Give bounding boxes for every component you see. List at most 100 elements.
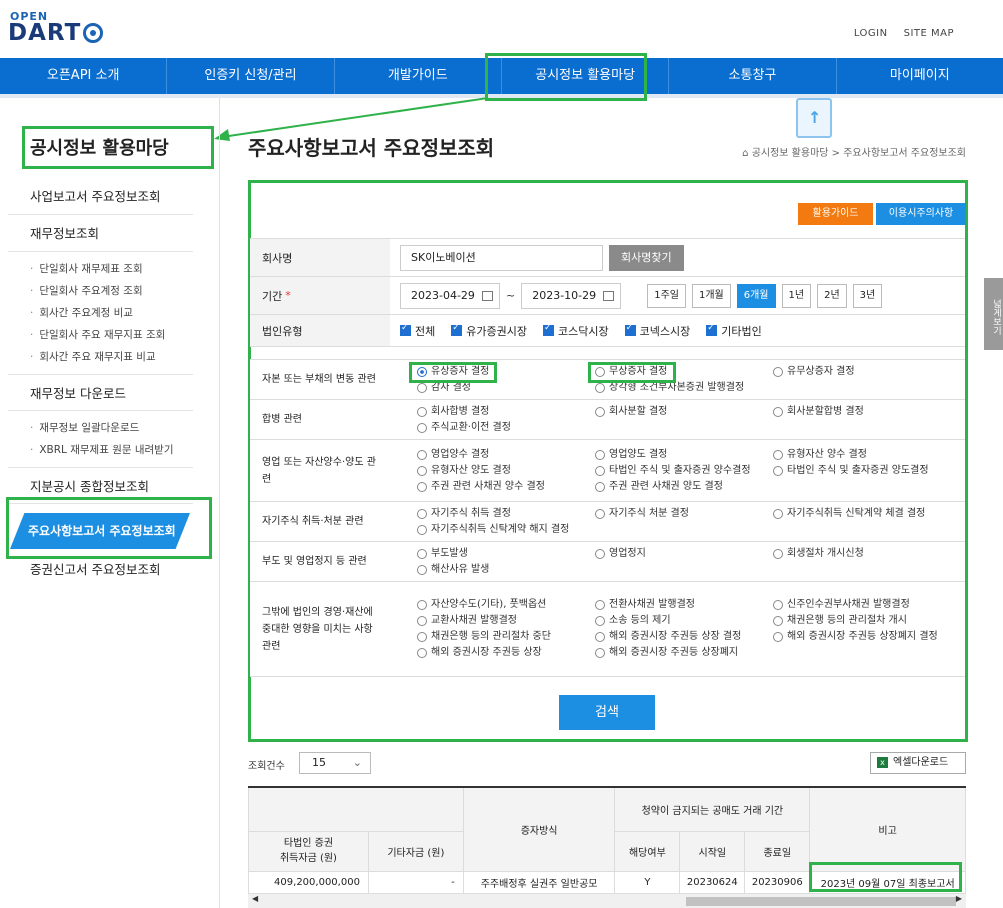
period-1year-button[interactable]: 1년	[781, 283, 812, 308]
radio-option[interactable]: 회생절차 개시신청	[773, 547, 951, 561]
calendar-icon[interactable]	[603, 290, 615, 301]
radio-option[interactable]: 자산양수도(기타), 풋백옵션	[417, 598, 595, 612]
radio-icon	[595, 465, 605, 476]
radio-option[interactable]: 타법인 주식 및 출자증권 양수결정	[595, 464, 773, 478]
radio-option[interactable]: 영업양수 결정	[417, 448, 595, 462]
radio-option[interactable]: 주식교환·이전 결정	[417, 421, 595, 435]
radio-icon	[773, 449, 783, 460]
upload-box-icon	[796, 98, 832, 138]
checkbox-all[interactable]: 전체	[400, 323, 435, 339]
date-from-input[interactable]: 2023-04-29	[400, 282, 500, 309]
radio-option[interactable]: 전환사채권 발행결정	[595, 598, 773, 612]
radio-option[interactable]: 신주인수권부사채권 발행결정	[773, 598, 951, 612]
radio-label: 유무상증자 결정	[787, 365, 855, 377]
radio-option[interactable]: 자기주식취득 신탁계약 해지 결정	[417, 523, 595, 537]
radio-option[interactable]: 해외 증권시장 주권등 상장폐지	[595, 646, 773, 660]
radio-icon	[417, 524, 427, 535]
checkbox-konex[interactable]: 코넥스시장	[624, 323, 690, 339]
excel-download-button[interactable]: 엑셀다운로드	[870, 752, 966, 774]
sidebar-sub-item[interactable]: XBRL 재무제표 원문 내려받기	[8, 439, 193, 461]
radio-option[interactable]: 소송 등의 제기	[595, 614, 773, 628]
radio-option[interactable]: 채권은행 등의 관리절차 중단	[417, 630, 595, 644]
login-link[interactable]: LOGIN	[854, 28, 888, 39]
radio-option[interactable]: 유형자산 양수 결정	[773, 448, 951, 462]
sidebar-item-securities[interactable]: 증권신고서 주요정보조회	[8, 551, 193, 588]
period-label: 기간 *	[250, 277, 390, 314]
radio-option[interactable]: 해외 증권시장 주권등 상장	[417, 646, 595, 660]
period-3year-button[interactable]: 3년	[852, 283, 883, 308]
count-select[interactable]: 15 ⌄	[299, 752, 371, 774]
radio-label: 회사분할 결정	[609, 405, 668, 417]
radio-option[interactable]: 주권 관련 사채권 양수 결정	[417, 480, 595, 494]
sidebar-item-fin-download[interactable]: 재무정보 다운로드	[8, 374, 193, 411]
radio-option[interactable]: 교환사채권 발행결정	[417, 614, 595, 628]
horizontal-scrollbar[interactable]: ◀ ▶	[248, 893, 966, 908]
sidebar-sub-item[interactable]: 단일회사 주요 재무지표 조회	[8, 324, 193, 346]
radio-label: 해산사유 발생	[431, 563, 490, 575]
radio-icon	[417, 564, 427, 575]
sidebar-menu: 사업보고서 주요정보조회 재무정보조회 단일회사 재무제표 조회 단일회사 주요…	[8, 178, 193, 504]
sidebar-item-financial[interactable]: 재무정보조회	[8, 215, 193, 252]
scrollbar-thumb[interactable]	[686, 897, 956, 906]
company-input[interactable]: SK이노베이션	[400, 244, 603, 271]
checkbox-others[interactable]: 기타법인	[706, 323, 762, 339]
sidebar-sub-item[interactable]: 회사간 주요 재무지표 비교	[8, 346, 193, 368]
logo-dart-text: DART	[8, 20, 82, 46]
home-icon[interactable]: ⌂	[742, 148, 752, 159]
nav-dev-guide[interactable]: 개발가이드	[335, 58, 502, 94]
usage-guide-button[interactable]: 활용가이드	[798, 203, 873, 225]
sidebar-item-business-report[interactable]: 사업보고서 주요정보조회	[8, 178, 193, 215]
usage-notice-button[interactable]: 이용시주의사항	[876, 203, 966, 225]
scroll-left-icon[interactable]: ◀	[252, 894, 258, 903]
radio-icon	[417, 616, 427, 626]
radio-option[interactable]: 채권은행 등의 관리절차 개시	[773, 614, 951, 628]
scroll-right-icon[interactable]: ▶	[956, 894, 962, 903]
radio-option[interactable]: 해외 증권시장 주권등 상장폐지 결정	[773, 630, 951, 644]
count-value: 15	[312, 756, 326, 769]
radio-option[interactable]: 유형자산 양도 결정	[417, 464, 595, 478]
radio-option[interactable]: 해외 증권시장 주권등 상장 결정	[595, 630, 773, 644]
nav-api-intro[interactable]: 오픈API 소개	[0, 58, 168, 94]
sidebar-sub-item[interactable]: 재무정보 일괄다운로드	[8, 417, 193, 439]
sidebar-sub-item[interactable]: 단일회사 주요계정 조회	[8, 280, 193, 302]
period-1month-button[interactable]: 1개월	[691, 283, 731, 308]
radio-option[interactable]: 자기주식 취득 결정	[417, 507, 595, 521]
date-to-input[interactable]: 2023-10-29	[521, 282, 622, 309]
radio-option[interactable]: 회사합병 결정	[417, 405, 595, 419]
breadcrumb-text[interactable]: 공시정보 활용마당 > 주요사항보고서 주요정보조회	[752, 148, 966, 159]
sitemap-link[interactable]: SITE MAP	[904, 28, 954, 39]
find-company-button[interactable]: 회사명찾기	[609, 244, 684, 271]
radio-option[interactable]: 영업정지	[595, 547, 773, 561]
period-2year-button[interactable]: 2년	[817, 283, 847, 308]
radio-option[interactable]: 자기주식취득 신탁계약 체결 결정	[773, 507, 951, 521]
radio-option[interactable]: 타법인 주식 및 출자증권 양도결정	[773, 464, 951, 478]
radio-option[interactable]: 회사분할 결정	[595, 405, 773, 419]
checkbox-label: 코스닥시장	[557, 324, 609, 338]
radio-option[interactable]: 해산사유 발생	[417, 563, 595, 577]
wide-view-tab[interactable]: 넓게보기	[984, 278, 1003, 350]
radio-icon	[773, 616, 783, 626]
sidebar-sub-item[interactable]: 단일회사 재무제표 조회	[8, 258, 193, 280]
checkbox-kosdaq[interactable]: 코스닥시장	[542, 323, 609, 339]
radio-icon	[417, 465, 427, 476]
radio-option[interactable]: 부도발생	[417, 547, 595, 561]
radio-option[interactable]: 회사분할합병 결정	[773, 405, 951, 419]
radio-option[interactable]: 주권 관련 사채권 양도 결정	[595, 480, 773, 494]
search-button[interactable]: 검색	[559, 695, 655, 730]
dart-logo[interactable]: DART	[8, 20, 104, 46]
category-row: 영업 또는 자산양수·양도 관련 영업양수 결정 영업양도 결정 유형자산 양수 결정…	[250, 440, 965, 502]
nav-mypage[interactable]: 마이페이지	[837, 58, 1003, 94]
radio-label: 전환사채권 발행결정	[609, 599, 695, 610]
radio-option[interactable]: 영업양도 결정	[595, 448, 773, 462]
calendar-icon[interactable]	[482, 290, 493, 301]
period-6month-button[interactable]: 6개월	[736, 283, 776, 308]
checkbox-kospi[interactable]: 유가증권시장	[451, 323, 527, 339]
nav-key-request[interactable]: 인증키 신청/관리	[167, 58, 335, 94]
period-1week-button[interactable]: 1주일	[647, 283, 686, 308]
sidebar-sub-item[interactable]: 회사간 주요계정 비교	[8, 302, 193, 324]
highlight-box-nav	[485, 53, 647, 101]
nav-community[interactable]: 소통창구	[669, 58, 837, 94]
radio-option[interactable]: 유무상증자 결정	[773, 365, 951, 379]
radio-icon	[417, 632, 427, 642]
radio-option[interactable]: 자기주식 처분 결정	[595, 507, 773, 521]
